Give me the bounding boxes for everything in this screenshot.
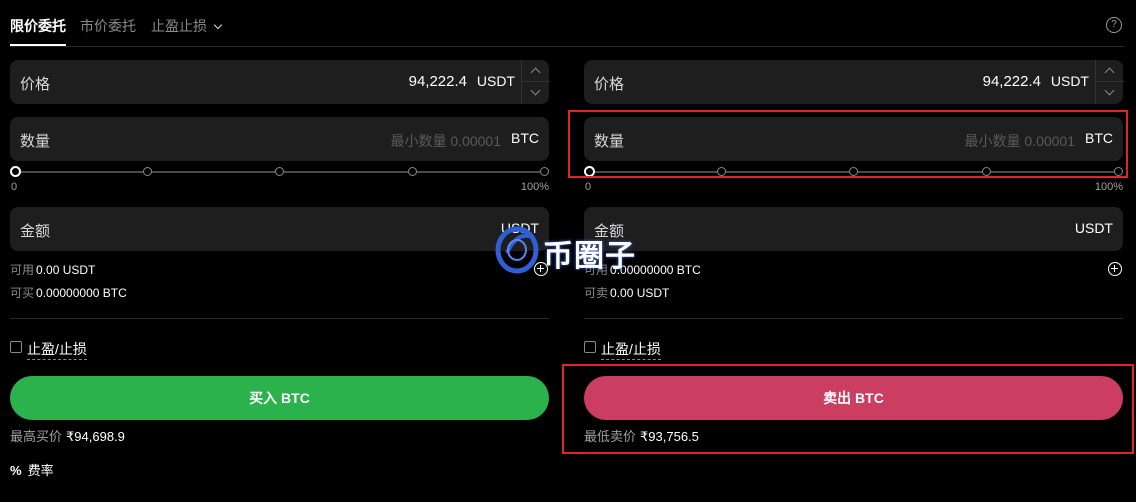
sell-can-sell: 可卖 0.00 USDT bbox=[584, 284, 669, 301]
buy-amount-label: 金额 bbox=[20, 223, 51, 240]
slider-thumb[interactable] bbox=[584, 166, 595, 177]
chevron-up-icon bbox=[1104, 67, 1115, 78]
slider-step-75[interactable] bbox=[408, 167, 417, 176]
buy-can-buy-value: 0.00000000 BTC bbox=[36, 286, 127, 300]
sell-price-stepper bbox=[1095, 60, 1124, 104]
buy-quantity-slider[interactable] bbox=[10, 165, 549, 179]
buy-price-increment-button[interactable] bbox=[522, 60, 550, 82]
sell-best-price-value: ₹93,756.5 bbox=[640, 429, 699, 444]
fee-rate[interactable]: % 费率 bbox=[10, 460, 54, 479]
sell-price-label: 价格 bbox=[594, 76, 625, 93]
sell-quantity-label: 数量 bbox=[594, 133, 625, 150]
sell-price-field[interactable]: 价格 94,222.4 USDT bbox=[584, 60, 1124, 104]
slider-step-50[interactable] bbox=[849, 167, 858, 176]
buy-quantity-placeholder[interactable]: 最小数量 0.00001 bbox=[391, 131, 502, 151]
sell-can-sell-label: 可卖 bbox=[584, 286, 609, 300]
sell-available-value: 0.00000000 BTC bbox=[610, 263, 701, 277]
sell-tpsl-label[interactable]: 止盈/止损 bbox=[601, 339, 661, 360]
buy-available: 可用 0.00 USDT bbox=[10, 261, 95, 278]
divider bbox=[10, 318, 549, 319]
sell-price-decrement-button[interactable] bbox=[1096, 82, 1124, 104]
sell-quantity-unit: BTC bbox=[1085, 130, 1113, 146]
fee-rate-label: 费率 bbox=[27, 463, 54, 478]
buy-quantity-unit: BTC bbox=[511, 130, 539, 146]
buy-price-stepper bbox=[521, 60, 550, 104]
sell-quantity-placeholder[interactable]: 最小数量 0.00001 bbox=[965, 131, 1076, 151]
slider-thumb[interactable] bbox=[10, 166, 21, 177]
sell-amount-label: 金额 bbox=[594, 223, 625, 240]
chevron-up-icon bbox=[530, 67, 541, 78]
buy-best-price-label: 最高买价 bbox=[10, 429, 63, 444]
buy-quantity-label: 数量 bbox=[20, 133, 51, 150]
sell-best-price: 最低卖价 ₹93,756.5 bbox=[584, 426, 699, 445]
buy-price-field[interactable]: 价格 94,222.4 USDT bbox=[10, 60, 550, 104]
buy-price-value[interactable]: 94,222.4 bbox=[409, 73, 467, 90]
buy-amount-field[interactable]: 金额 USDT bbox=[10, 207, 549, 251]
percent-icon: % bbox=[10, 463, 22, 478]
buy-price-decrement-button[interactable] bbox=[522, 82, 550, 104]
buy-price-unit: USDT bbox=[476, 73, 515, 89]
sell-btc-button[interactable]: 卖出 BTC bbox=[584, 376, 1123, 420]
buy-can-buy: 可买 0.00000000 BTC bbox=[10, 284, 127, 301]
slider-step-25[interactable] bbox=[143, 167, 152, 176]
buy-price-label: 价格 bbox=[20, 76, 51, 93]
slider-max-label: 100% bbox=[1094, 181, 1123, 193]
sell-can-sell-value: 0.00 USDT bbox=[610, 286, 670, 300]
sell-price-value[interactable]: 94,222.4 bbox=[983, 73, 1041, 90]
sell-amount-field[interactable]: 金额 USDT bbox=[584, 207, 1123, 251]
sell-tpsl-checkbox[interactable] bbox=[584, 341, 596, 353]
buy-available-label: 可用 bbox=[10, 263, 35, 277]
slider-step-50[interactable] bbox=[275, 167, 284, 176]
buy-tpsl-checkbox[interactable] bbox=[10, 341, 22, 353]
buy-btc-button[interactable]: 买入 BTC bbox=[10, 376, 549, 420]
buy-available-value: 0.00 USDT bbox=[36, 263, 96, 277]
sell-price-increment-button[interactable] bbox=[1096, 60, 1124, 82]
buy-amount-unit: USDT bbox=[500, 220, 539, 236]
slider-min-label: 0 bbox=[11, 181, 18, 193]
sell-amount-unit: USDT bbox=[1074, 220, 1113, 236]
add-funds-icon[interactable] bbox=[534, 262, 548, 276]
buy-can-buy-label: 可买 bbox=[10, 286, 35, 300]
add-funds-icon[interactable] bbox=[1108, 262, 1122, 276]
buy-panel: 价格 94,222.4 USDT 数量 最小数量 0.00001 BTC 0 1… bbox=[10, 0, 550, 502]
slider-min-label: 0 bbox=[585, 181, 592, 193]
buy-tpsl-label[interactable]: 止盈/止损 bbox=[27, 339, 87, 360]
sell-quantity-field[interactable]: 数量 最小数量 0.00001 BTC bbox=[584, 117, 1123, 161]
buy-best-price: 最高买价 ₹94,698.9 bbox=[10, 426, 125, 445]
sell-quantity-slider[interactable] bbox=[584, 165, 1123, 179]
slider-step-100[interactable] bbox=[540, 167, 549, 176]
buy-best-price-value: ₹94,698.9 bbox=[66, 429, 125, 444]
slider-step-25[interactable] bbox=[717, 167, 726, 176]
sell-price-unit: USDT bbox=[1050, 73, 1089, 89]
slider-max-label: 100% bbox=[520, 181, 549, 193]
chevron-down-icon bbox=[530, 85, 541, 96]
divider bbox=[584, 318, 1123, 319]
buy-quantity-field[interactable]: 数量 最小数量 0.00001 BTC bbox=[10, 117, 549, 161]
chevron-down-icon bbox=[1104, 85, 1115, 96]
sell-panel: 价格 94,222.4 USDT 数量 最小数量 0.00001 BTC 0 1… bbox=[584, 0, 1124, 502]
slider-step-75[interactable] bbox=[982, 167, 991, 176]
slider-step-100[interactable] bbox=[1114, 167, 1123, 176]
sell-best-price-label: 最低卖价 bbox=[584, 429, 637, 444]
sell-available: 可用 0.00000000 BTC bbox=[584, 261, 701, 278]
sell-available-label: 可用 bbox=[584, 263, 609, 277]
